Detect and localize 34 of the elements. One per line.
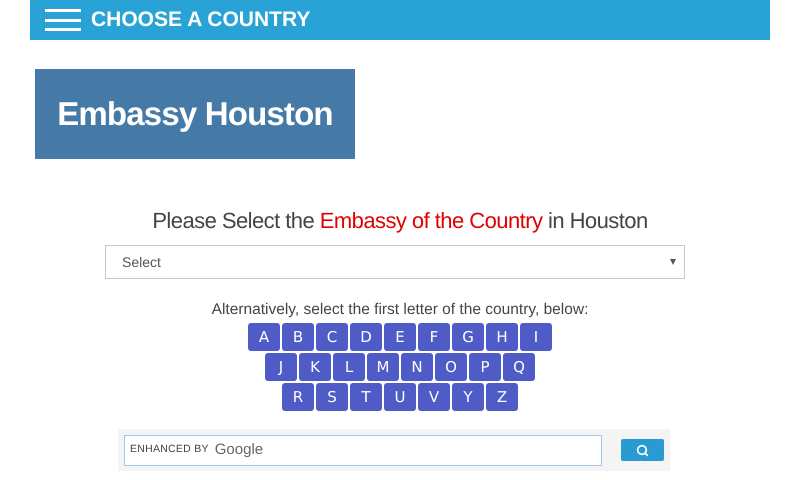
caret-icon xyxy=(670,259,676,265)
country-select[interactable]: Select xyxy=(105,245,685,279)
letter-button[interactable]: F xyxy=(418,323,450,352)
letter-button[interactable]: C xyxy=(316,323,348,352)
letter-button[interactable]: V xyxy=(418,383,450,412)
search-icon xyxy=(636,444,649,457)
letter-button[interactable]: H xyxy=(486,323,518,352)
letter-button[interactable]: A xyxy=(248,323,280,352)
prompt-heading: Please Select the Embassy of the Country in Houston xyxy=(152,207,648,235)
letter-button[interactable]: O xyxy=(435,353,467,382)
letter-button[interactable]: M xyxy=(367,353,399,382)
letter-button[interactable]: P xyxy=(469,353,501,382)
letter-button[interactable]: I xyxy=(520,323,552,352)
letter-button[interactable]: J xyxy=(265,353,297,382)
letter-button[interactable]: Z xyxy=(486,383,518,412)
letter-button[interactable]: B xyxy=(282,323,314,352)
letter-button[interactable]: Q xyxy=(503,353,535,382)
letter-button[interactable]: T xyxy=(350,383,382,412)
letter-button[interactable]: L xyxy=(333,353,365,382)
letter-button[interactable]: D xyxy=(350,323,382,352)
letter-button[interactable]: N xyxy=(401,353,433,382)
letter-button[interactable]: Y xyxy=(452,383,484,412)
letter-button[interactable]: R xyxy=(282,383,314,412)
alternative-text: Alternatively, select the first letter of the country, below: xyxy=(212,300,588,320)
menu-icon[interactable] xyxy=(45,7,81,33)
search-button[interactable] xyxy=(621,439,664,462)
letter-button[interactable]: G xyxy=(452,323,484,352)
search-field[interactable]: ENHANCED BY Google xyxy=(124,434,602,466)
letter-button[interactable]: S xyxy=(316,383,348,412)
letter-button[interactable]: E xyxy=(384,323,416,352)
banner-title: Embassy Houston xyxy=(57,94,333,134)
letter-button[interactable]: K xyxy=(299,353,331,382)
letter-button[interactable]: U xyxy=(384,383,416,412)
header-title: CHOOSE A COUNTRY xyxy=(91,7,310,34)
